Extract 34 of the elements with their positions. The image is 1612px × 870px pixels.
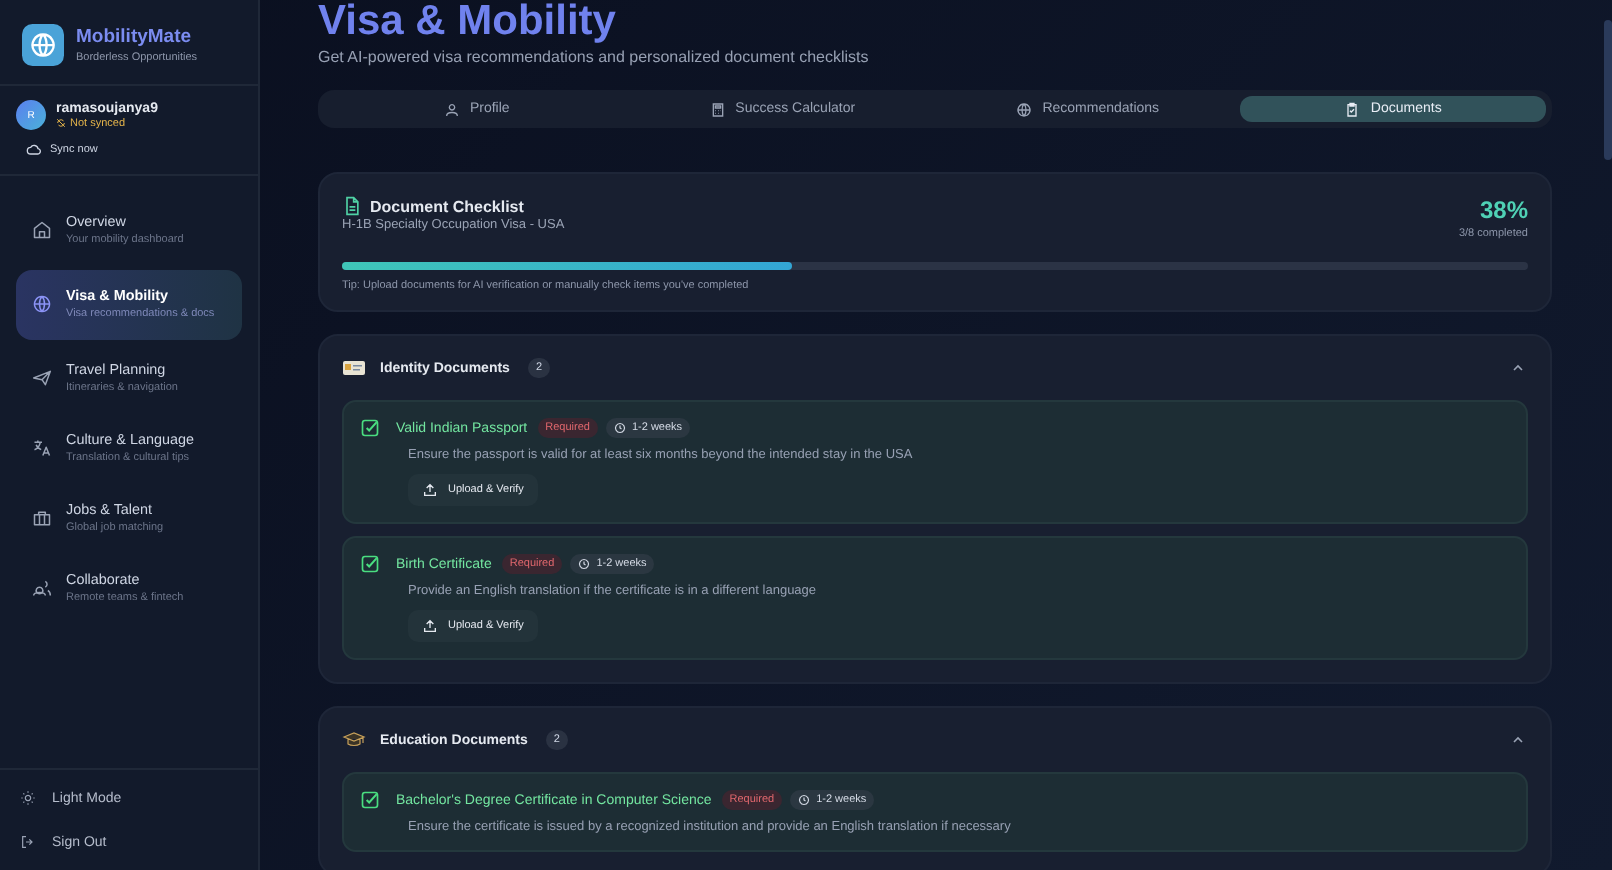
upload-icon <box>422 618 438 634</box>
globe-logo-icon <box>22 24 64 66</box>
checkbox[interactable] <box>360 790 380 810</box>
app-name: MobilityMate <box>76 26 194 48</box>
calculator-icon <box>709 101 726 117</box>
document-icon <box>342 196 362 216</box>
id-card-icon <box>342 360 366 376</box>
checklist-title: Document Checklist <box>370 197 524 215</box>
chevron-icon[interactable] <box>1510 732 1526 748</box>
globe-icon <box>1016 101 1033 117</box>
unsynced-icon <box>56 118 66 128</box>
clock-icon <box>613 422 626 434</box>
upload-icon <box>422 482 438 498</box>
page-subtitle: Get AI-powered visa recommendations and personalized document checklists <box>318 48 871 66</box>
globe-icon <box>32 293 52 314</box>
checkbox[interactable] <box>360 418 380 438</box>
sun-icon <box>20 790 36 806</box>
scrollbar[interactable] <box>1604 20 1612 160</box>
clock-icon <box>798 794 811 806</box>
graduation-cap-icon <box>342 732 366 748</box>
page-title: Visa & Mobility <box>318 0 618 44</box>
briefcase-icon <box>32 507 52 528</box>
plane-icon <box>32 367 52 388</box>
user-icon <box>443 101 460 117</box>
home-icon <box>32 220 52 240</box>
checkbox[interactable] <box>360 554 380 574</box>
progress-percent: 38% <box>1477 196 1528 224</box>
clipboard-icon <box>1344 101 1361 117</box>
translate-icon <box>32 437 52 458</box>
users-icon <box>32 577 52 598</box>
sign-out-icon <box>20 834 36 850</box>
clock-icon <box>578 558 591 570</box>
cloud-icon <box>26 142 42 158</box>
chevron-icon[interactable] <box>1510 360 1526 376</box>
